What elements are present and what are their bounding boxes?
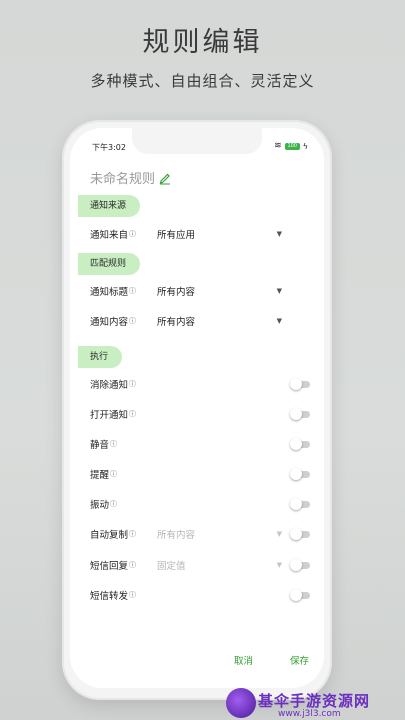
clear-notification-label: 消除通知 — [90, 380, 129, 391]
auto-copy-label: 自动复制 — [90, 530, 129, 541]
info-icon[interactable]: ⓘ — [129, 590, 136, 600]
section-match-rules: 匹配规则 — [78, 253, 140, 275]
row-auto-copy[interactable]: 自动复制 ⓘ 所有内容 ▼ — [90, 525, 310, 543]
notify-title-select[interactable]: 所有内容 ▼ — [157, 283, 282, 299]
notify-from-select[interactable]: 所有应用 ▼ — [157, 226, 282, 242]
row-notify-from[interactable]: 通知来自 ⓘ 所有应用 ▼ — [90, 225, 310, 243]
sms-reply-label: 短信回复 — [90, 561, 129, 572]
rule-name[interactable]: 未命名规则 — [90, 168, 155, 187]
battery-icon: 100 — [284, 142, 300, 150]
phone-frame: 下午3:02 ≋ 100 ϟ 未命名规则 通知来源 通知来自 ⓘ 所有应用 ▼ … — [62, 120, 332, 700]
row-sms-forward[interactable]: 短信转发 ⓘ — [90, 586, 310, 604]
auto-copy-value: 所有内容 — [157, 530, 196, 541]
wifi-icon: ≋ — [274, 141, 282, 151]
row-remind[interactable]: 提醒 ⓘ — [90, 465, 310, 483]
watermark-logo-icon — [226, 688, 256, 718]
info-icon[interactable]: ⓘ — [110, 439, 117, 449]
mute-label: 静音 — [90, 440, 110, 451]
row-sms-reply[interactable]: 短信回复 ⓘ 固定值 ▼ — [90, 556, 310, 574]
section-execute: 执行 — [78, 346, 122, 368]
info-icon[interactable]: ⓘ — [129, 229, 136, 239]
open-notification-label: 打开通知 — [90, 410, 129, 421]
notify-title-label: 通知标题 — [90, 287, 129, 298]
auto-copy-select[interactable]: 所有内容 ▼ — [157, 526, 282, 542]
sms-forward-toggle[interactable] — [290, 589, 310, 601]
dropdown-arrow-icon: ▼ — [276, 530, 282, 538]
row-vibrate[interactable]: 振动 ⓘ — [90, 495, 310, 513]
promo-title: 规则编辑 — [142, 27, 263, 58]
charging-icon: ϟ — [302, 141, 308, 151]
notify-content-value: 所有内容 — [157, 317, 196, 328]
row-clear-notification[interactable]: 消除通知 ⓘ — [90, 375, 310, 393]
cancel-button[interactable]: 取消 — [234, 653, 253, 667]
mute-toggle[interactable] — [290, 438, 310, 450]
row-notify-content[interactable]: 通知内容 ⓘ 所有内容 ▼ — [90, 312, 310, 330]
vibrate-toggle[interactable] — [290, 498, 310, 510]
info-icon[interactable]: ⓘ — [129, 316, 136, 326]
open-notification-toggle[interactable] — [290, 408, 310, 420]
info-icon[interactable]: ⓘ — [129, 529, 136, 539]
info-icon[interactable]: ⓘ — [129, 379, 136, 389]
sms-reply-select[interactable]: 固定值 ▼ — [157, 557, 282, 573]
info-icon[interactable]: ⓘ — [110, 499, 117, 509]
auto-copy-toggle[interactable] — [290, 528, 310, 540]
remind-toggle[interactable] — [290, 468, 310, 480]
info-icon[interactable]: ⓘ — [129, 286, 136, 296]
dropdown-arrow-icon: ▼ — [276, 230, 282, 238]
app-screen: 下午3:02 ≋ 100 ϟ 未命名规则 通知来源 通知来自 ⓘ 所有应用 ▼ … — [70, 128, 324, 688]
vibrate-label: 振动 — [90, 500, 110, 511]
notify-from-label: 通知来自 — [90, 230, 129, 241]
info-icon[interactable]: ⓘ — [129, 409, 136, 419]
dropdown-arrow-icon: ▼ — [276, 287, 282, 295]
sms-reply-value: 固定值 — [157, 561, 186, 572]
section-notification-source: 通知来源 — [78, 195, 140, 217]
row-notify-title[interactable]: 通知标题 ⓘ 所有内容 ▼ — [90, 282, 310, 300]
clear-notification-toggle[interactable] — [290, 378, 310, 390]
notify-title-value: 所有内容 — [157, 287, 196, 298]
row-mute[interactable]: 静音 ⓘ — [90, 435, 310, 453]
save-button[interactable]: 保存 — [290, 653, 309, 667]
remind-label: 提醒 — [90, 470, 110, 481]
status-time: 下午3:02 — [92, 143, 126, 152]
row-open-notification[interactable]: 打开通知 ⓘ — [90, 405, 310, 423]
sms-forward-label: 短信转发 — [90, 591, 129, 602]
status-icons: ≋ 100 ϟ — [274, 141, 308, 151]
notify-content-label: 通知内容 — [90, 317, 129, 328]
phone-notch — [132, 128, 262, 154]
rule-name-row[interactable]: 未命名规则 — [90, 168, 172, 187]
dropdown-arrow-icon: ▼ — [276, 561, 282, 569]
sms-reply-toggle[interactable] — [290, 559, 310, 571]
info-icon[interactable]: ⓘ — [129, 560, 136, 570]
dropdown-arrow-icon: ▼ — [276, 317, 282, 325]
promo-subtitle: 多种模式、自由组合、灵活定义 — [90, 72, 315, 90]
watermark-brand: 基伞手游资源网 — [258, 692, 371, 710]
notify-content-select[interactable]: 所有内容 ▼ — [157, 313, 282, 329]
edit-pencil-icon[interactable] — [158, 171, 172, 185]
notify-from-value: 所有应用 — [157, 230, 196, 241]
watermark-url: www.j3l3.com — [278, 709, 341, 719]
info-icon[interactable]: ⓘ — [110, 469, 117, 479]
